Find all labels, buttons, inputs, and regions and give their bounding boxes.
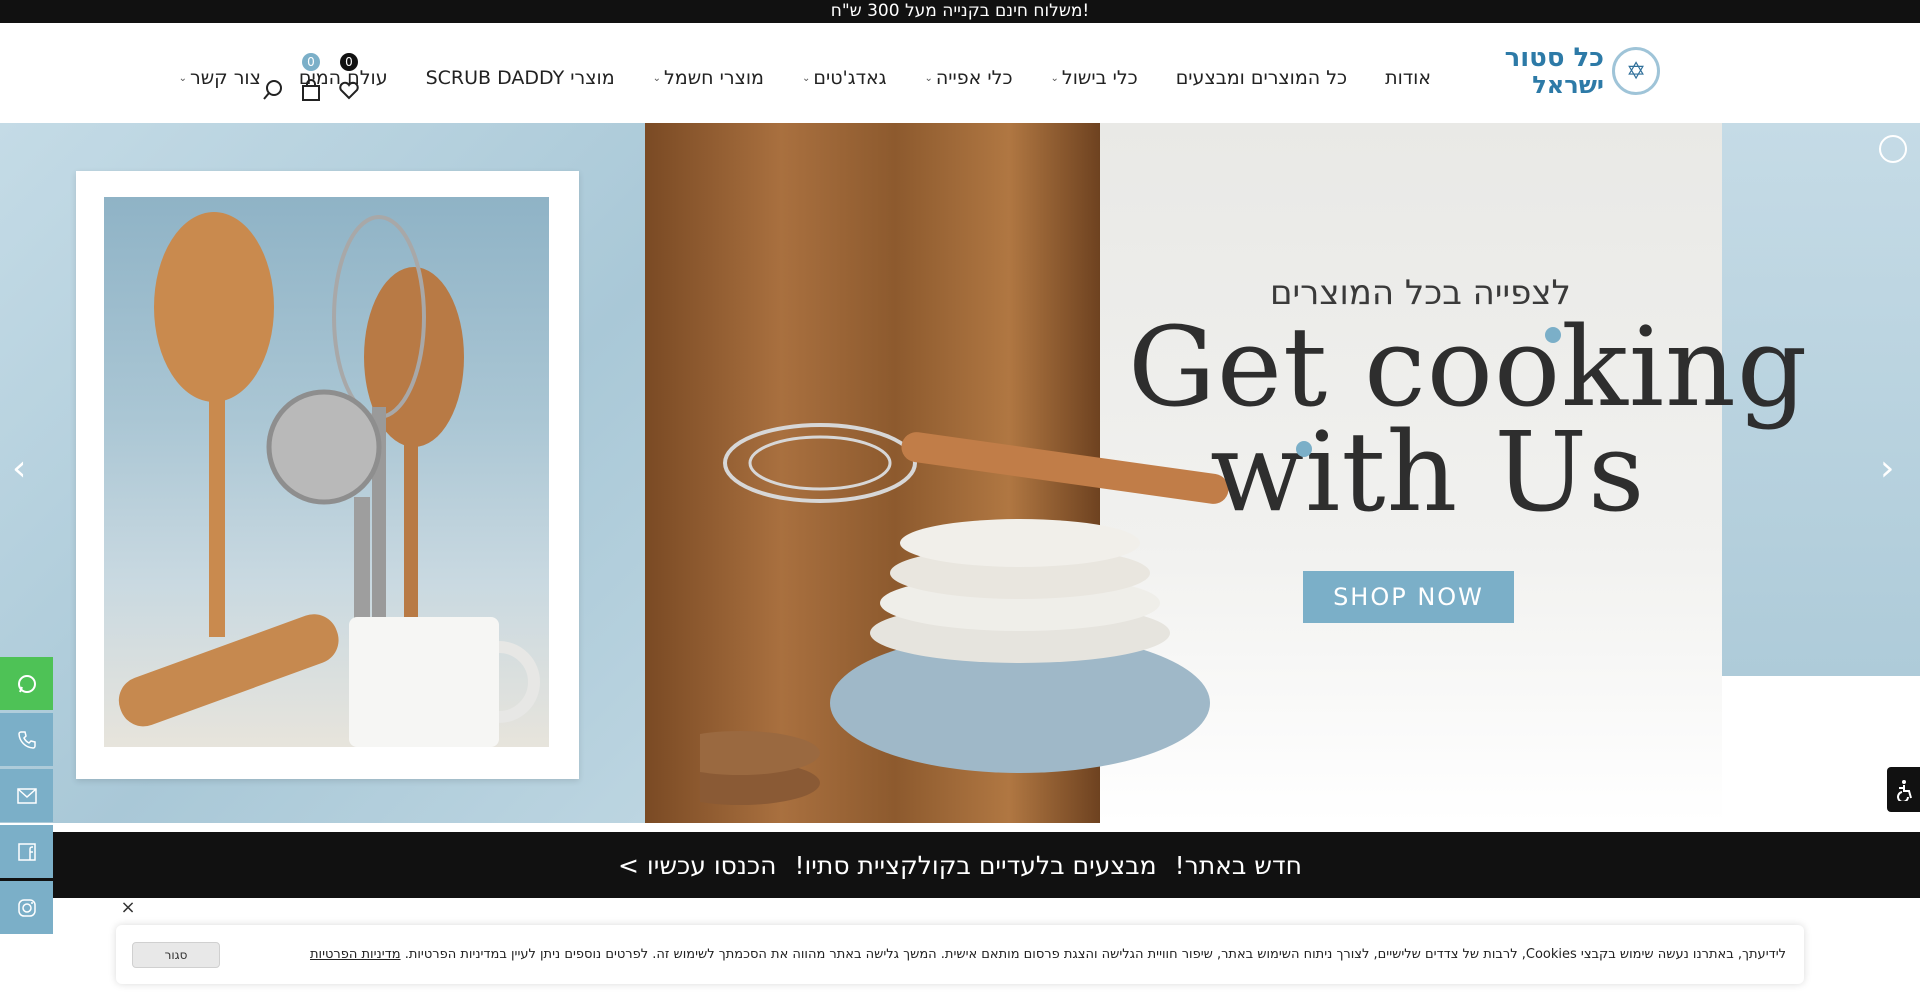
cookie-banner: לידיעתך, באתרנו נעשה שימוש בקבצי Cookies… xyxy=(116,925,1804,984)
decorative-dot xyxy=(1545,327,1561,343)
nav-item-label: כלי אפייה xyxy=(935,67,1013,89)
hero-headline-line2: with Us xyxy=(1210,408,1646,536)
facebook-button[interactable] xyxy=(0,825,53,878)
shopping-bag-icon xyxy=(302,79,320,101)
chevron-right-icon[interactable]: › xyxy=(1880,448,1894,489)
promo-bar[interactable]: חדש באתר! מבצעים בלעדיים בקולקציית סתיו!… xyxy=(0,832,1920,898)
star-of-david-icon: ✡ xyxy=(1625,57,1647,85)
promo-part3[interactable]: הכנסו עכשיו > xyxy=(618,851,776,880)
heart-icon xyxy=(339,81,359,100)
chevron-down-icon: ⌄ xyxy=(178,72,187,84)
phone-button[interactable] xyxy=(0,713,53,766)
social-sidebar xyxy=(0,657,53,934)
accessibility-button[interactable] xyxy=(1887,767,1920,812)
chevron-down-icon: ⌄ xyxy=(801,72,811,84)
nav-item-label: אודות xyxy=(1385,67,1431,89)
logo-text: כל סטור ישראל xyxy=(1505,45,1604,97)
announcement-text: משלוח חינם בקנייה מעל 300 ש"ח! xyxy=(830,1,1090,21)
utensils-illustration xyxy=(118,212,540,747)
header-icons: 0 0 xyxy=(262,53,360,105)
hero-utensils-photo xyxy=(104,197,549,747)
promo-part1: חדש באתר! xyxy=(1174,850,1302,880)
chevron-down-icon: ⌄ xyxy=(652,72,661,84)
wishlist-button[interactable]: 0 xyxy=(338,53,360,101)
hero-banner[interactable]: לצפייה בכל המוצרים Get cooking with Us S… xyxy=(0,123,1920,823)
chevron-down-icon: ⌄ xyxy=(1050,72,1059,84)
chevron-left-icon[interactable]: ‹ xyxy=(12,448,26,489)
close-icon[interactable]: × xyxy=(120,899,136,917)
cart-button[interactable]: 0 xyxy=(300,53,322,101)
site-logo[interactable]: ✡ כל סטור ישראל xyxy=(1490,43,1660,99)
facebook-icon xyxy=(17,842,36,861)
chevron-down-icon: ⌄ xyxy=(924,72,933,84)
search-icon xyxy=(263,80,282,100)
site-header: ✡ כל סטור ישראל אודות כל המוצרים ומבצעים… xyxy=(0,23,1920,123)
promo-part2: מבצעים בלעדיים בקולקציית סתיו! xyxy=(794,850,1157,880)
logo-line1: כל סטור xyxy=(1504,43,1604,73)
nav-item-scrub-daddy[interactable]: מוצרי SCRUB DADDY xyxy=(407,67,634,89)
logo-badge: ✡ xyxy=(1612,47,1660,95)
mail-icon xyxy=(16,787,37,804)
whatsapp-icon xyxy=(17,674,36,693)
nav-item-gadgets[interactable]: גאדג'טים ⌄ xyxy=(783,67,906,89)
privacy-policy-link[interactable]: מדיניות הפרטיות xyxy=(310,947,401,962)
nav-item-label: צור קשר xyxy=(190,67,261,89)
nav-item-label: מוצרי SCRUB DADDY xyxy=(425,67,615,89)
nav-item-label: כל המוצרים ומבצעים xyxy=(1175,67,1348,89)
wishlist-count-badge: 0 xyxy=(340,53,358,71)
nav-item-all-products[interactable]: כל המוצרים ומבצעים xyxy=(1157,67,1366,89)
decorative-dot xyxy=(1296,441,1312,457)
cookie-close-button[interactable]: סגור xyxy=(132,942,220,968)
cookie-text-wrapper: לידיעתך, באתרנו נעשה שימוש בקבצי Cookies… xyxy=(310,947,1786,962)
nav-item-bakeware[interactable]: כלי אפייה ⌄ xyxy=(905,67,1031,89)
bowls-whisk-illustration xyxy=(700,423,1229,805)
shop-now-button[interactable]: SHOP NOW xyxy=(1303,571,1514,623)
phone-icon xyxy=(17,730,36,749)
nav-item-label: מוצרי חשמל xyxy=(664,67,764,89)
email-button[interactable] xyxy=(0,769,53,822)
announcement-bar: משלוח חינם בקנייה מעל 300 ש"ח! xyxy=(0,0,1920,23)
cookie-text: לידיעתך, באתרנו נעשה שימוש בקבצי Cookies… xyxy=(404,947,1786,962)
search-button[interactable] xyxy=(262,79,284,101)
accessibility-icon xyxy=(1896,779,1912,801)
instagram-icon xyxy=(17,898,36,917)
slider-pause-icon[interactable] xyxy=(1879,135,1907,163)
nav-item-cookware[interactable]: כלי בישול ⌄ xyxy=(1032,67,1157,89)
cart-count-badge: 0 xyxy=(302,53,320,71)
logo-line2: ישראל xyxy=(1532,71,1604,99)
nav-item-about[interactable]: אודות xyxy=(1366,67,1450,89)
nav-item-appliances[interactable]: מוצרי חשמל ⌄ xyxy=(634,67,783,89)
whatsapp-button[interactable] xyxy=(0,657,53,710)
instagram-button[interactable] xyxy=(0,881,53,934)
nav-item-label: כלי בישול xyxy=(1061,67,1138,89)
nav-item-label: גאדג'טים xyxy=(813,67,887,89)
